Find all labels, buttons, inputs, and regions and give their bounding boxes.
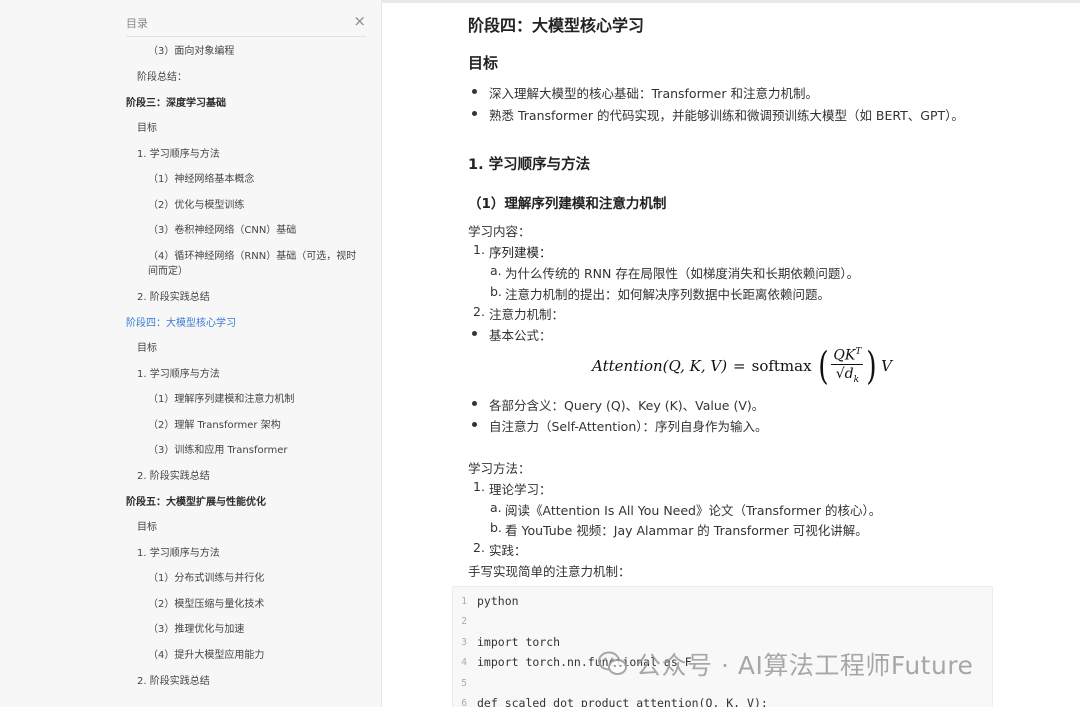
toc-item[interactable]: （2）理解 Transformer 架构 <box>148 418 281 433</box>
list-subitem: 注意力机制的提出：如何解决序列数据中长距离依赖问题。 <box>505 287 831 302</box>
self-attention-label: 自注意力（Self-Attention）： <box>489 419 655 434</box>
formula-eq: = <box>733 357 746 375</box>
list-number: 1. <box>473 479 485 494</box>
toc-item[interactable]: （2）优化与模型训练 <box>148 198 244 213</box>
method-label: 学习方法： <box>468 461 531 476</box>
formula-paren-left: ( <box>817 344 829 388</box>
list-item: 序列建模： <box>489 245 552 260</box>
handwrite-label: 手写实现简单的注意力机制： <box>468 564 631 579</box>
toc-item[interactable]: 目标 <box>137 341 157 356</box>
toc-item[interactable]: （1）分布式训练与并行化 <box>148 571 264 586</box>
line-number: 3 <box>461 637 467 648</box>
line-number: 2 <box>461 616 467 627</box>
line-number: 1 <box>461 596 467 607</box>
toc-item[interactable]: （4）循环神经网络（RNN）基础（可选，视时间而定） <box>148 249 360 279</box>
toc-item[interactable]: （4）提升大模型应用能力 <box>148 648 264 663</box>
toc-item[interactable]: 目标 <box>137 121 157 136</box>
toc-item[interactable]: （1）神经网络基本概念 <box>148 172 254 187</box>
toc-item[interactable]: 2. 阶段实践总结 <box>137 674 210 689</box>
stage-title: 阶段四：大模型核心学习 <box>468 16 645 35</box>
section-heading: 1. 学习顺序与方法 <box>468 157 591 173</box>
bullet-item: 基本公式： <box>472 325 552 344</box>
formula-denominator: √dk <box>835 366 860 386</box>
list-letter: b. <box>490 520 502 535</box>
list-letter: a. <box>490 500 502 515</box>
code-line: python <box>477 594 519 608</box>
toc-item[interactable]: （3）训练和应用 Transformer <box>148 443 288 458</box>
meaning-text: Query (Q)、Key (K)、Value (V)。 <box>564 398 765 413</box>
toc-title: 目录 <box>126 17 148 30</box>
toc-item[interactable]: （1）理解序列建模和注意力机制 <box>148 392 294 407</box>
bullet-item: 自注意力（Self-Attention）：序列自身作为输入。 <box>472 416 768 435</box>
formula-fraction: QKT √dk <box>831 346 864 386</box>
toc-item[interactable]: （3）面向对象编程 <box>148 44 234 59</box>
code-line: import torch <box>477 635 561 649</box>
toc-item[interactable]: 2. 阶段实践总结 <box>137 290 210 305</box>
list-subitem: 看 YouTube 视频：Jay Alammar 的 Transformer 可… <box>505 523 868 538</box>
toc-item[interactable]: 阶段总结： <box>137 70 187 85</box>
list-number: 2. <box>473 304 485 319</box>
toc-item[interactable]: 2. 阶段实践总结 <box>137 469 210 484</box>
list-letter: b. <box>490 284 502 299</box>
toc-item[interactable]: 1. 学习顺序与方法 <box>137 367 220 382</box>
line-number: 4 <box>461 657 467 668</box>
toc-item[interactable]: （3）卷积神经网络（CNN）基础 <box>148 223 296 238</box>
goal-item: 深入理解大模型的核心基础：Transformer 和注意力机制。 <box>472 83 818 102</box>
code-line: import torch.nn.functional as F <box>477 655 692 669</box>
toc-item[interactable]: 目标 <box>137 520 157 535</box>
sub-heading: （1）理解序列建模和注意力机制 <box>468 196 667 212</box>
code-block[interactable]: 1 python 2 3 import torch 4 import torch… <box>452 586 993 707</box>
line-number: 5 <box>461 678 467 689</box>
self-attention-text: 序列自身作为输入。 <box>655 419 768 434</box>
formula-fn: softmax <box>751 357 812 375</box>
formula-rhs: V <box>881 357 893 375</box>
list-item: 实践： <box>489 543 527 558</box>
goal-item: 熟悉 Transformer 的代码实现，并能够训练和微调预训练大模型（如 BE… <box>472 105 964 124</box>
line-number: 6 <box>461 698 467 707</box>
toc-sidebar: 目录 × （3）面向对象编程 阶段总结： 阶段三：深度学习基础 目标 1. 学习… <box>0 0 382 707</box>
formula-paren-right: ) <box>866 344 877 388</box>
code-line: def scaled_dot_product_attention(Q, K, V… <box>477 696 768 707</box>
goal-heading: 目标 <box>468 54 499 72</box>
toc-item[interactable]: 阶段三：深度学习基础 <box>126 96 226 111</box>
formula-numerator: QKT <box>831 346 864 366</box>
toc-header: 目录 × <box>126 11 366 37</box>
article: 阶段四：大模型核心学习 目标 深入理解大模型的核心基础：Transformer … <box>382 0 1080 707</box>
meaning-label: 各部分含义： <box>489 398 565 413</box>
toc-item[interactable]: 1. 学习顺序与方法 <box>137 147 220 162</box>
bullet-item: 各部分含义：Query (Q)、Key (K)、Value (V)。 <box>471 395 765 414</box>
list-subitem: 阅读《Attention Is All You Need》论文（Transfor… <box>505 503 882 518</box>
close-icon[interactable]: × <box>353 11 366 31</box>
content-label: 学习内容： <box>468 224 531 239</box>
toc-item[interactable]: （2）模型压缩与量化技术 <box>148 597 264 612</box>
list-number: 1. <box>473 242 485 257</box>
toc-item[interactable]: （3）推理优化与加速 <box>148 622 244 637</box>
list-number: 2. <box>473 540 485 555</box>
formula-lhs: Attention(Q, K, V) <box>592 357 728 375</box>
list-item: 注意力机制： <box>489 307 565 322</box>
list-subitem: 为什么传统的 RNN 存在局限性（如梯度消失和长期依赖问题）。 <box>505 266 860 281</box>
top-divider <box>382 0 1080 3</box>
toc-item-active[interactable]: 阶段四：大模型核心学习 <box>126 316 236 331</box>
toc-item[interactable]: 1. 学习顺序与方法 <box>137 546 220 561</box>
toc-item[interactable]: 阶段五：大模型扩展与性能优化 <box>126 495 266 510</box>
attention-formula: Attention(Q, K, V) = softmax ( QKT √dk )… <box>592 342 892 390</box>
list-item: 理论学习： <box>489 482 552 497</box>
list-letter: a. <box>490 263 502 278</box>
